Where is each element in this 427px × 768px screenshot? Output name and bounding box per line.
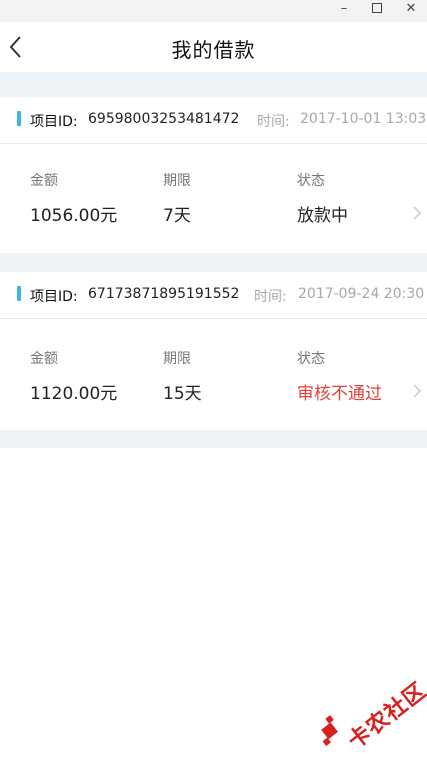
section-gap [0, 430, 427, 448]
project-id-label: 项目ID: [30, 289, 78, 305]
section-gap [0, 253, 427, 272]
close-icon: ✕ [405, 1, 417, 16]
amount-label: 金额 [30, 351, 58, 367]
term-value: 15天 [163, 384, 202, 404]
window-title-bar: – ✕ [0, 0, 427, 22]
time-label: 时间: [254, 289, 287, 305]
chevron-right-icon[interactable] [412, 383, 422, 399]
time-label: 时间: [257, 114, 290, 130]
time-value: 2017-10-01 13:03 [300, 111, 427, 127]
project-id-value: 69598003253481472 [88, 111, 240, 127]
loan-card-header: 项目ID: 69598003253481472 时间: 2017-10-01 1… [0, 97, 427, 144]
status-value: 审核不通过 [297, 384, 382, 404]
status-label: 状态 [297, 173, 325, 189]
amount-value: 1120.00元 [30, 384, 118, 404]
amount-label: 金额 [30, 173, 58, 189]
close-button[interactable]: ✕ [395, 0, 427, 20]
page-title: 我的借款 [171, 38, 256, 62]
watermark-mark-icon [321, 715, 338, 747]
term-label: 期限 [163, 351, 191, 367]
watermark-logo: 卡农社区 [318, 672, 427, 755]
term-value: 7天 [163, 206, 191, 226]
time-value: 2017-09-24 20:30 [298, 286, 425, 302]
loan-card[interactable]: 项目ID: 69598003253481472 时间: 2017-10-01 1… [0, 97, 427, 253]
chevron-right-icon[interactable] [412, 205, 422, 221]
watermark-text: 卡农社区 [343, 678, 427, 755]
status-value: 放款中 [297, 206, 348, 226]
project-id-label: 项目ID: [30, 114, 78, 130]
section-gap [0, 72, 427, 97]
minimize-button[interactable]: – [328, 0, 360, 20]
term-label: 期限 [163, 173, 191, 189]
accent-bar [17, 286, 21, 301]
maximize-icon [372, 2, 382, 13]
maximize-button[interactable] [361, 0, 393, 20]
nav-bar: 我的借款 [0, 22, 427, 72]
amount-value: 1056.00元 [30, 206, 118, 226]
loan-card-header: 项目ID: 67173871895191552 时间: 2017-09-24 2… [0, 272, 427, 319]
project-id-value: 67173871895191552 [88, 286, 240, 302]
minimize-icon: – [340, 1, 348, 16]
status-label: 状态 [297, 351, 325, 367]
accent-bar [17, 111, 21, 126]
loan-card[interactable]: 项目ID: 67173871895191552 时间: 2017-09-24 2… [0, 272, 427, 430]
